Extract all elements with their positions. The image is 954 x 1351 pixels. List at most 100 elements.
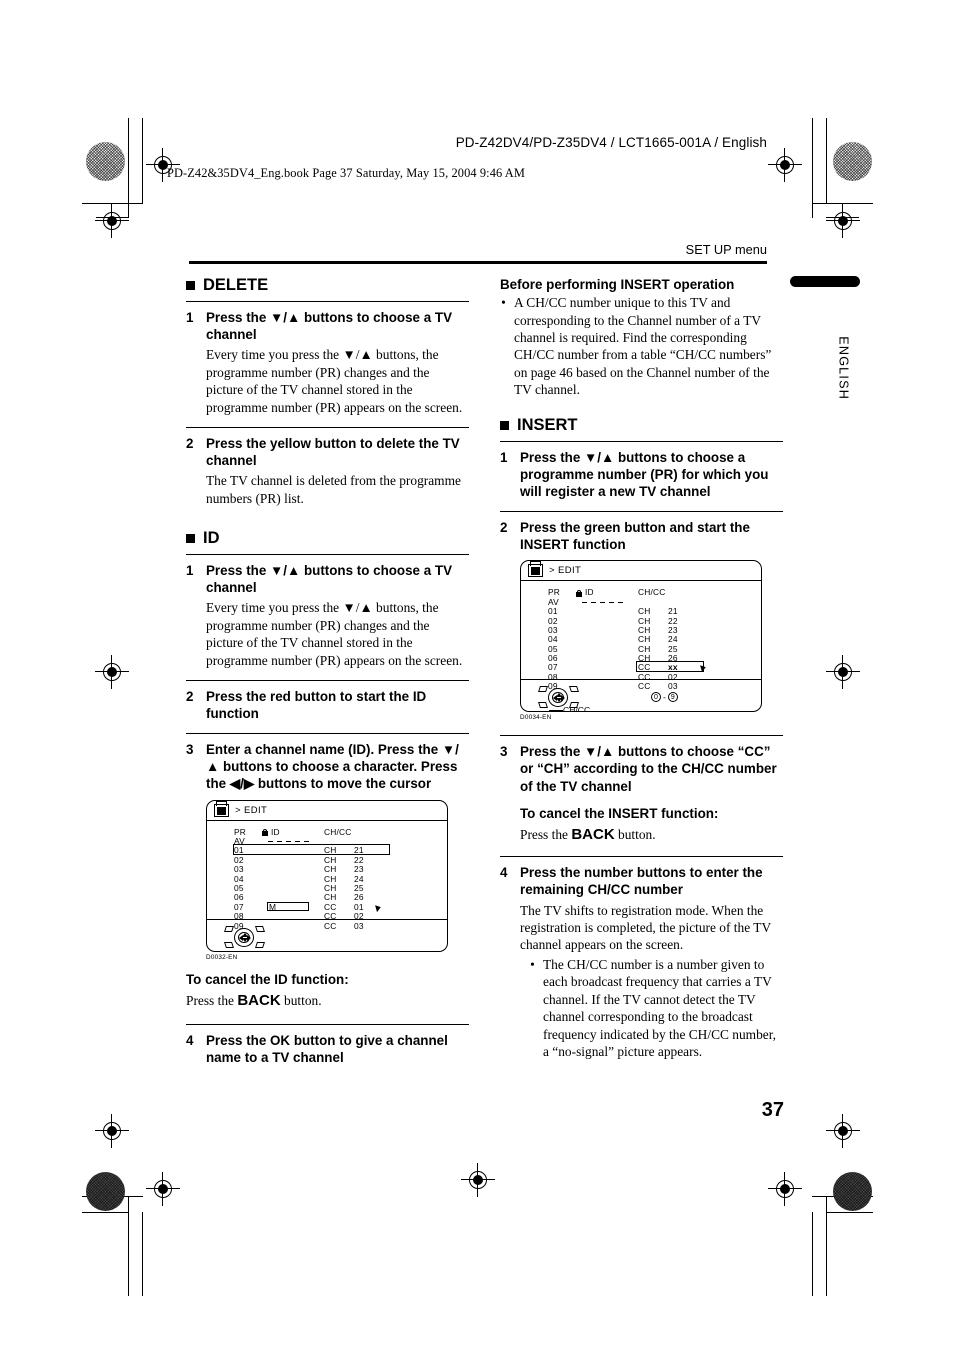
osd-footer: [207, 918, 447, 951]
step-number: 4: [500, 865, 508, 881]
osd-screen: > EDIT PR ID CH/CC AV 01 CH 21 02 CH 22 …: [520, 560, 762, 713]
number-key-separator: -: [663, 692, 666, 703]
registration-target-tl-lower: [95, 204, 129, 238]
cancel-id-heading: To cancel the ID function:: [186, 971, 349, 987]
osd-screen: > EDIT PR ID CH/CC AV 01 CH 21 02 CH 22 …: [206, 799, 448, 952]
cell-id: [576, 607, 638, 616]
osd-footer: CH/CC 0 - 9: [521, 679, 761, 713]
step-insert-4: 4 Press the number buttons to enter the …: [500, 864, 783, 1060]
step-title: Enter a channel name (ID). Press the ▼/▲…: [206, 742, 459, 792]
cancel-insert-body: Press the BACK button.: [520, 825, 783, 845]
bullet-dot-icon: •: [501, 295, 506, 311]
divider: [186, 301, 469, 302]
divider: [186, 733, 469, 735]
step-title: Press the ▼/▲ buttons to choose a TV cha…: [206, 563, 453, 596]
running-head: SET UP menu: [685, 242, 767, 257]
column-header-id-label: ID: [585, 587, 594, 598]
osd-row-highlight: [636, 660, 704, 672]
id-entry-value: M: [269, 901, 277, 912]
step-title: Press the red button to start the ID fun…: [206, 688, 427, 722]
document-id-line: PD-Z42DV4/PD-Z35DV4 / LCT1665-001A / Eng…: [455, 135, 767, 150]
registration-target-bl-upper: [95, 1114, 129, 1148]
cancel-insert-pre: Press the: [520, 826, 572, 842]
section-heading-delete: DELETE: [186, 276, 469, 295]
cancel-id-body: Press the BACK button.: [186, 991, 469, 1011]
cell-id: [576, 598, 638, 607]
step-number: 3: [500, 744, 508, 760]
step-id-3: 3 Enter a channel name (ID). Press the ▼…: [186, 741, 469, 792]
back-button-key: BACK: [571, 825, 615, 843]
dashes-icon: [268, 841, 312, 843]
crop-mark-bl-h2: [82, 1212, 129, 1213]
step-id-2: 2 Press the red button to start the ID f…: [186, 688, 469, 722]
cell-id: [262, 856, 324, 865]
step-insert-1: 1 Press the ▼/▲ buttons to choose a prog…: [500, 449, 783, 500]
step-number: 3: [186, 742, 194, 758]
cell-id: [576, 635, 638, 644]
registration-dot-bl: [86, 1172, 125, 1211]
book-file-line: PD-Z42&35DV4_Eng.book Page 37 Saturday, …: [167, 166, 525, 180]
cell-id: [576, 654, 638, 663]
registration-dot-br: [833, 1172, 872, 1211]
osd-body: PR ID CH/CC AV 01 CH 21 02 CH 22 03 CH 2…: [207, 821, 447, 930]
cell-id: [576, 645, 638, 654]
square-bullet-icon: [500, 420, 509, 430]
bullet-dot-icon: •: [530, 956, 535, 972]
step-title: Press the yellow button to delete the TV…: [206, 435, 460, 469]
osd-title: > EDIT: [235, 804, 268, 816]
lock-icon: [262, 828, 268, 836]
registration-dot-tr: [833, 142, 872, 181]
column-header-id-label: ID: [271, 826, 280, 837]
number-keys-indicator: 0 - 9: [651, 692, 678, 703]
osd-table-header: PR ID CH/CC: [548, 587, 696, 598]
step-title: Press the number buttons to enter the re…: [520, 865, 763, 898]
cancel-id-pre: Press the: [186, 992, 238, 1008]
step-delete-1: 1 Press the ▼/▲ buttons to choose a TV c…: [186, 309, 469, 416]
osd-row-highlight: [233, 844, 390, 856]
step-insert-4-bullet: • The CH/CC number is a number given to …: [529, 956, 783, 1061]
step-body-text: The TV shifts to registration mode. When…: [520, 902, 771, 953]
figure-code: D0032-EN: [206, 953, 238, 961]
osd-titlebar: > EDIT: [521, 561, 761, 582]
header-rule: [189, 261, 767, 264]
cancel-insert-heading: To cancel the INSERT function:: [520, 805, 719, 821]
before-insert-heading: Before performing INSERT operation: [500, 277, 735, 292]
step-id-4: 4 Press the OK button to give a channel …: [186, 1032, 469, 1066]
square-bullet-icon: [186, 534, 195, 544]
step-title: Press the ▼/▲ buttons to choose “CC” or …: [520, 744, 777, 794]
figure-id-edit-screen: > EDIT PR ID CH/CC AV 01 CH 21 02 CH 22 …: [206, 799, 448, 961]
divider: [186, 680, 469, 681]
step-insert-3: 3 Press the ▼/▲ buttons to choose “CC” o…: [500, 743, 783, 844]
section-heading-insert: INSERT: [500, 416, 783, 435]
cell-id: M: [262, 901, 324, 912]
dpad-chcc-label-text: CH/CC: [563, 705, 591, 713]
cancel-insert-post: button.: [614, 826, 656, 842]
divider: [186, 1024, 469, 1026]
number-key-to: 9: [667, 692, 678, 703]
back-button-key: BACK: [237, 991, 281, 1009]
column-header-id: ID: [262, 826, 324, 837]
divider: [500, 440, 783, 442]
dpad-icon: [224, 924, 265, 950]
step-insert-4-bullet-text: The CH/CC number is a number given to ea…: [543, 956, 776, 1059]
before-insert-bullet: • A CH/CC number unique to this TV and c…: [500, 294, 783, 399]
figure-code: D0034-EN: [520, 714, 552, 722]
registration-target-mr: [826, 655, 860, 689]
step-title: Press the ▼/▲ buttons to choose a TV cha…: [206, 310, 453, 343]
dashes-icon: [582, 601, 626, 603]
step-title: Press the OK button to give a channel na…: [206, 1033, 448, 1066]
step-number: 1: [186, 310, 194, 325]
cell-id: [576, 663, 638, 672]
step-number: 2: [186, 688, 194, 704]
square-bullet-icon: [186, 281, 195, 290]
section-heading-id-label: ID: [203, 529, 220, 548]
registration-target-bl: [146, 1172, 180, 1206]
right-column: Before performing INSERT operation • A C…: [500, 276, 783, 1062]
section-heading-delete-label: DELETE: [203, 276, 269, 294]
step-body-text: The TV channel is deleted from the progr…: [206, 473, 461, 506]
page-number: 37: [761, 1099, 784, 1121]
column-header-chcc: CH/CC: [638, 587, 666, 598]
cell-id: [262, 884, 324, 893]
dpad-chcc-label: CH/CC: [549, 705, 591, 713]
step-delete-2: 2 Press the yellow button to delete the …: [186, 435, 469, 507]
